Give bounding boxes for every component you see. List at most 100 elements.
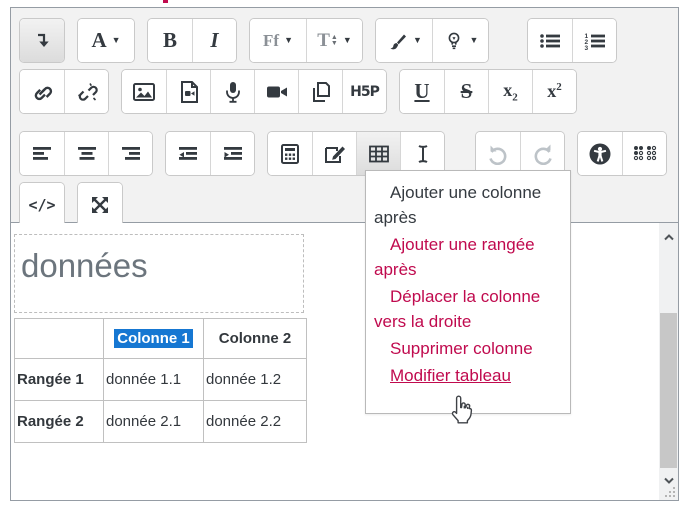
accessibility-checker-button[interactable] [578, 132, 622, 175]
subscript-label: x2 [503, 80, 518, 104]
superscript-label: x2 [547, 81, 562, 102]
lightbulb-icon [443, 30, 465, 52]
resize-grip[interactable] [665, 487, 676, 498]
menu-item-add-row-after[interactable]: Ajouter une rangée après [366, 231, 570, 283]
video-camera-icon [265, 81, 289, 103]
group-fonts: Ff ▼ T ▲▼ ▼ [249, 18, 363, 63]
undo-button[interactable] [476, 132, 520, 175]
menu-item-delete-column[interactable]: Supprimer colonne [366, 335, 570, 362]
editable-content-area[interactable]: données Colonne 1 Colonne 2 Rangée 1 don… [11, 223, 678, 500]
unordered-list-button[interactable] [528, 19, 572, 62]
edit-html-snippet-button[interactable] [312, 132, 356, 175]
group-bold-italic: B I [147, 18, 237, 63]
align-left-button[interactable] [20, 132, 64, 175]
accessibility-icon [588, 142, 612, 166]
table-corner-cell[interactable] [15, 319, 104, 359]
table-caption-text[interactable]: données [21, 247, 148, 284]
list-bullets-icon [538, 30, 562, 52]
menu-item-move-column-right[interactable]: Déplacer la colonne vers la droite [366, 283, 570, 335]
table-button[interactable] [356, 132, 400, 175]
subscript-button[interactable]: x2 [488, 70, 532, 113]
list-numbers-icon: 123 [583, 30, 607, 52]
manage-files-button[interactable] [298, 70, 342, 113]
vertical-scrollbar[interactable] [659, 223, 678, 500]
table-cell[interactable]: donnée 2.1 [104, 401, 204, 443]
menu-item-add-column-after[interactable]: Ajouter une colonne après [366, 179, 570, 231]
record-audio-button[interactable] [210, 70, 254, 113]
braille-icon [632, 143, 658, 165]
align-center-icon [76, 144, 98, 164]
row-header-cell[interactable]: Rangée 1 [15, 359, 104, 401]
h5p-label: H5P [350, 84, 379, 100]
paintbrush-icon [386, 30, 408, 52]
unlink-button[interactable] [64, 70, 108, 113]
image-icon [132, 81, 156, 103]
redo-button[interactable] [520, 132, 564, 175]
table-icon [368, 144, 390, 164]
page: A ▼ B I Ff ▼ [0, 0, 687, 512]
table-cell[interactable]: donnée 1.1 [104, 359, 204, 401]
link-button[interactable] [20, 70, 64, 113]
strikethrough-label: S [461, 79, 473, 104]
chevron-down-icon [664, 477, 674, 484]
table-row: Rangée 2 donnée 2.1 donnée 2.2 [15, 401, 307, 443]
align-center-button[interactable] [64, 132, 108, 175]
outdent-icon [177, 144, 199, 164]
fullscreen-button[interactable] [78, 183, 122, 226]
italic-button[interactable]: I [192, 19, 236, 62]
toolbar-row-2: H5P U S x2 x2 [19, 69, 670, 114]
html-source-button[interactable]: </> [20, 183, 64, 226]
selected-text[interactable]: Colonne 1 [114, 329, 193, 348]
underline-button[interactable]: U [400, 70, 444, 113]
outdent-button[interactable] [166, 132, 210, 175]
link-icon [30, 80, 54, 104]
scroll-up-button[interactable] [659, 225, 678, 249]
scrollbar-thumb[interactable] [660, 313, 677, 468]
group-format: U S x2 x2 [399, 69, 577, 114]
html-source-label: </> [28, 196, 55, 214]
table-row: Rangée 1 donnée 1.1 donnée 1.2 [15, 359, 307, 401]
clear-formatting-button[interactable] [400, 132, 444, 175]
table-caption-box[interactable]: données [14, 234, 304, 313]
group-color-emoji: ▼ ▼ [375, 18, 489, 63]
menu-item-edit-table[interactable]: Modifier tableau [366, 362, 570, 389]
table-header-cell[interactable]: Colonne 1 [104, 319, 204, 359]
screenreader-helper-button[interactable] [622, 132, 666, 175]
bold-button[interactable]: B [148, 19, 192, 62]
collapse-toolbar-button[interactable] [20, 19, 64, 62]
strikethrough-button[interactable]: S [444, 70, 488, 113]
indent-button[interactable] [210, 132, 254, 175]
chevron-down-icon: ▼ [112, 36, 121, 45]
ordered-list-button[interactable]: 123 [572, 19, 616, 62]
clipped-required-marker [163, 0, 168, 3]
emoji-picker-button[interactable]: ▼ [432, 19, 488, 62]
chevron-down-icon: ▼ [413, 36, 422, 45]
row-header-cell[interactable]: Rangée 2 [15, 401, 104, 443]
table-header-cell[interactable]: Colonne 2 [204, 319, 307, 359]
group-accessibility [577, 131, 667, 176]
table-cell[interactable]: donnée 1.2 [204, 359, 307, 401]
insert-image-button[interactable] [122, 70, 166, 113]
table-cell[interactable]: donnée 2.2 [204, 401, 307, 443]
pencil-square-icon [323, 143, 347, 165]
align-right-button[interactable] [108, 132, 152, 175]
chevron-up-icon [664, 234, 674, 241]
calculator-icon [279, 143, 301, 165]
h5p-button[interactable]: H5P [342, 70, 386, 113]
font-size-button[interactable]: T ▲▼ ▼ [306, 19, 362, 62]
collapse-arrow-icon [31, 30, 53, 52]
text-color-button[interactable]: ▼ [376, 19, 432, 62]
size-arrows-icon: ▲▼ [331, 35, 338, 47]
superscript-button[interactable]: x2 [532, 70, 576, 113]
editor-toolbar: A ▼ B I Ff ▼ [11, 8, 678, 223]
expand-arrows-icon [89, 194, 111, 216]
align-right-icon [120, 144, 142, 164]
insert-media-button[interactable] [166, 70, 210, 113]
record-video-button[interactable] [254, 70, 298, 113]
group-collapse [19, 18, 65, 63]
equation-button[interactable] [268, 132, 312, 175]
font-family-button[interactable]: Ff ▼ [250, 19, 306, 62]
unlink-icon [75, 80, 99, 104]
paragraph-styles-button[interactable]: A ▼ [78, 19, 134, 62]
group-indent [165, 131, 255, 176]
